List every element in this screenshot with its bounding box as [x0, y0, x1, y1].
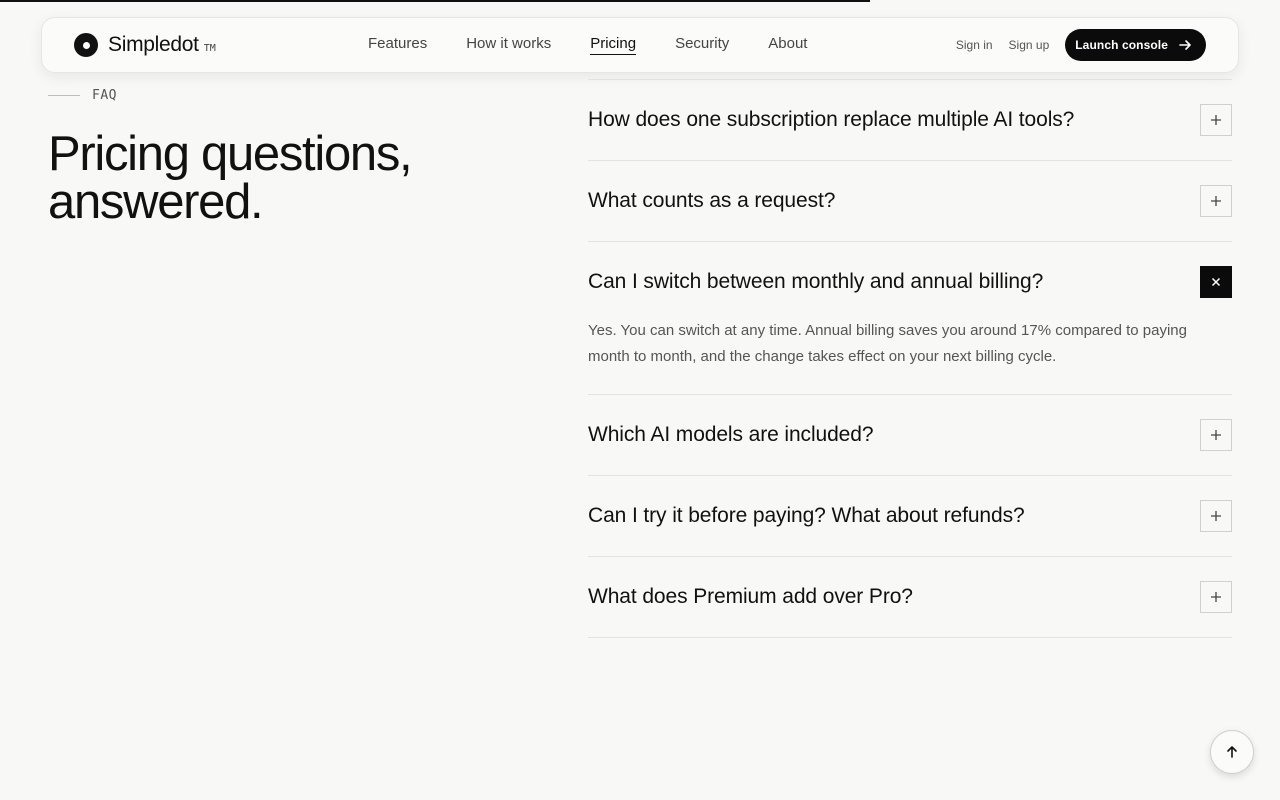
sign-in-link[interactable]: Sign in [956, 38, 993, 52]
faq-question-row[interactable]: Which AI models are included? [588, 395, 1232, 475]
launch-console-button[interactable]: Launch console [1065, 29, 1206, 61]
faq-question: How does one subscription replace multip… [588, 108, 1075, 131]
arrow-right-icon [1179, 40, 1191, 50]
plus-icon[interactable] [1200, 104, 1232, 136]
brand-logo[interactable]: Simpledot TM [74, 33, 216, 57]
close-icon[interactable] [1200, 266, 1232, 298]
scroll-progress-bar [0, 0, 871, 2]
nav-link-how-it-works[interactable]: How it works [466, 35, 551, 55]
nav-link-about[interactable]: About [768, 35, 807, 55]
faq-question: Which AI models are included? [588, 423, 874, 446]
faq-item: What does Premium add over Pro? [588, 557, 1232, 638]
faq-eyebrow: FAQ [48, 88, 117, 103]
faq-accordion: How does one subscription replace multip… [588, 79, 1232, 638]
faq-question-row[interactable]: Can I try it before paying? What about r… [588, 476, 1232, 556]
faq-question-row[interactable]: What counts as a request? [588, 161, 1232, 241]
brand-name: Simpledot [108, 33, 199, 56]
faq-question-row[interactable]: How does one subscription replace multip… [588, 80, 1232, 160]
back-to-top-button[interactable] [1210, 730, 1254, 774]
faq-question: What counts as a request? [588, 189, 836, 212]
launch-console-label: Launch console [1075, 38, 1168, 52]
plus-icon[interactable] [1200, 500, 1232, 532]
faq-item: How does one subscription replace multip… [588, 80, 1232, 161]
sign-up-link[interactable]: Sign up [1009, 38, 1050, 52]
faq-item: Which AI models are included? [588, 395, 1232, 476]
faq-question: Can I try it before paying? What about r… [588, 504, 1025, 527]
brand-dot-icon [74, 33, 98, 57]
faq-item: What counts as a request? [588, 161, 1232, 242]
faq-question: Can I switch between monthly and annual … [588, 270, 1044, 293]
faq-question-row[interactable]: What does Premium add over Pro? [588, 557, 1232, 637]
nav-link-pricing[interactable]: Pricing [590, 35, 637, 55]
arrow-up-icon [1227, 746, 1237, 758]
section-title: Pricing questions, answered. [48, 127, 413, 229]
plus-icon[interactable] [1200, 581, 1232, 613]
faq-question: What does Premium add over Pro? [588, 585, 913, 608]
faq-answer: Yes. You can switch at any time. Annual … [588, 322, 1187, 365]
nav-actions: Sign in Sign up Launch console [956, 29, 1206, 61]
faq-item-expanded: Can I switch between monthly and annual … [588, 242, 1232, 395]
faq-item: Can I try it before paying? What about r… [588, 476, 1232, 557]
nav-link-security[interactable]: Security [675, 35, 729, 55]
nav-link-features[interactable]: Features [368, 35, 427, 55]
plus-icon[interactable] [1200, 419, 1232, 451]
plus-icon[interactable] [1200, 185, 1232, 217]
eyebrow-text: FAQ [92, 88, 117, 103]
faq-question-row[interactable]: Can I switch between monthly and annual … [588, 242, 1232, 322]
top-navbar: Simpledot TM Features How it works Prici… [41, 17, 1239, 73]
brand-trademark: TM [203, 42, 216, 54]
eyebrow-rule [48, 95, 80, 96]
main-nav: Features How it works Pricing Security A… [368, 35, 807, 55]
